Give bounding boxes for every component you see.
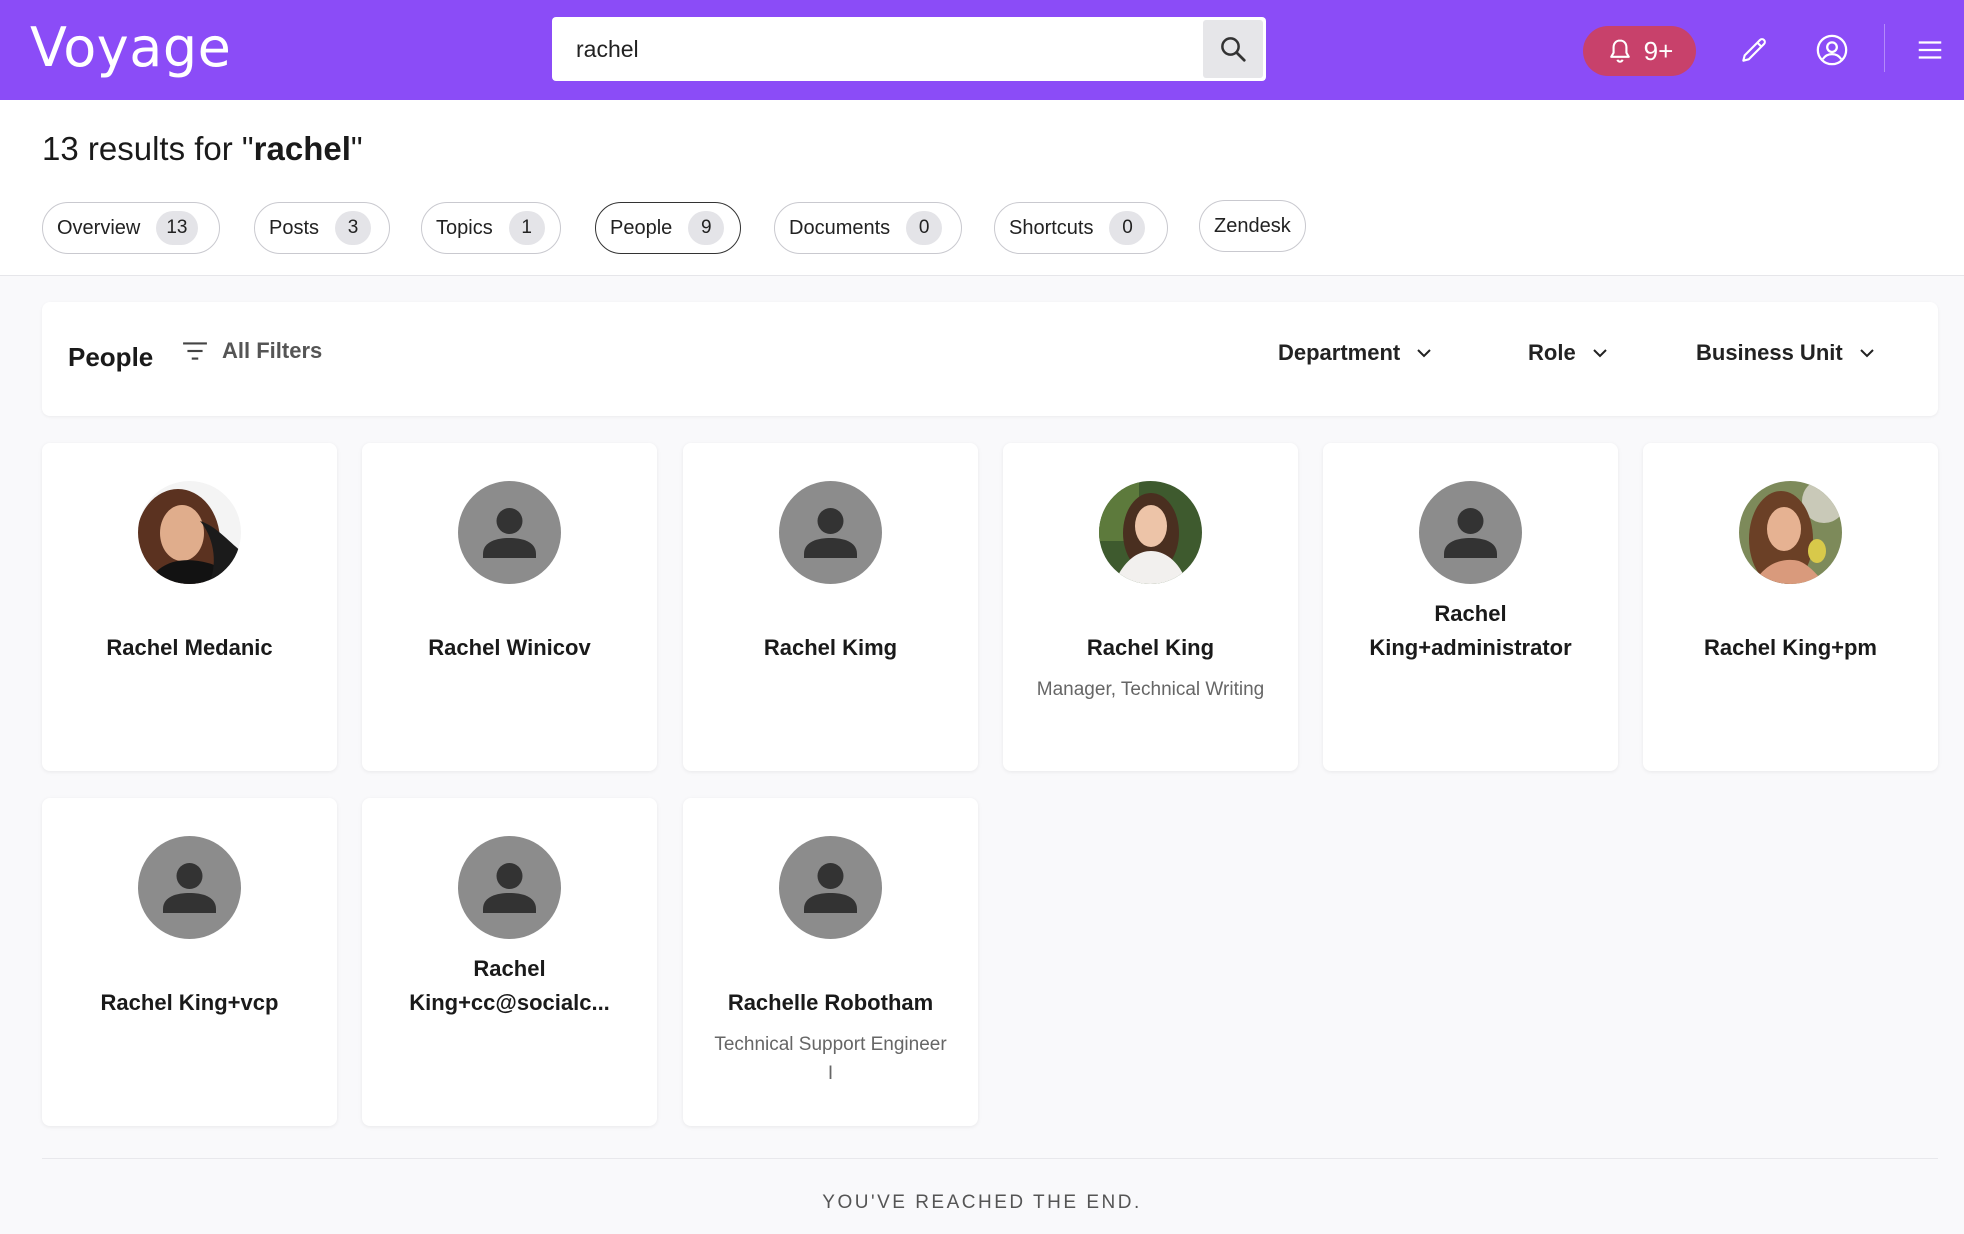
filter-bar-title: People (68, 342, 154, 372)
person-title: Technical Support Engineer I (714, 1034, 947, 1084)
person-card[interactable]: Rachel King+cc@socialc... (362, 798, 657, 1126)
avatar-placeholder (1419, 481, 1522, 584)
end-divider (42, 1158, 1938, 1159)
person-name: Rachel King (1086, 635, 1215, 660)
notifications-button[interactable]: 9+ (1583, 26, 1696, 76)
person-card[interactable]: Rachel King+administrator (1323, 443, 1618, 771)
tab-documents[interactable]: Documents 0 (774, 202, 962, 254)
profile-button[interactable] (1810, 28, 1854, 72)
tab-topics[interactable]: Topics 1 (421, 202, 561, 254)
person-name: Rachelle Robotham (727, 990, 934, 1015)
tab-label: Documents (789, 216, 891, 239)
person-card[interactable]: Rachel King+vcp (42, 798, 337, 1126)
person-card[interactable]: Rachel Winicov (362, 443, 657, 771)
search-box (552, 17, 1266, 81)
tab-count: 3 (335, 211, 372, 245)
tab-shortcuts[interactable]: Shortcuts 0 (994, 202, 1168, 254)
person-card[interactable]: Rachel King Manager, Technical Writing (1003, 443, 1298, 771)
person-card[interactable]: Rachel Kimg (683, 443, 978, 771)
search-button[interactable] (1203, 20, 1263, 78)
person-icon (1444, 508, 1497, 558)
results-query: rachel (253, 130, 351, 167)
chevron-down-icon (1592, 349, 1607, 358)
person-icon (804, 863, 857, 913)
person-card[interactable]: Rachel King+pm (1643, 443, 1938, 771)
dropdown-label: Role (1528, 340, 1576, 365)
person-name: Rachel King+pm (1704, 635, 1877, 660)
person-name: Rachel King+cc@socialc... (409, 956, 610, 1015)
edit-button[interactable] (1732, 28, 1776, 72)
tab-label: People (610, 216, 673, 239)
avatar-placeholder (779, 836, 882, 939)
tab-count: 9 (688, 211, 725, 245)
pencil-icon (1742, 38, 1766, 62)
end-of-results-text: YOU'VE REACHED THE END. (822, 1192, 1142, 1213)
person-card[interactable]: Rachelle Robotham Technical Support Engi… (683, 798, 978, 1126)
tab-posts[interactable]: Posts 3 (254, 202, 390, 254)
notifications-badge: 9+ (1643, 35, 1674, 66)
person-name: Rachel Winicov (428, 635, 591, 660)
person-icon (804, 508, 857, 558)
user-circle-icon (1816, 34, 1848, 66)
all-filters-button[interactable]: All Filters (182, 338, 322, 364)
app-logo[interactable]: Voyage (30, 16, 231, 79)
tab-count: 0 (906, 211, 943, 245)
person-name: Rachel Kimg (763, 635, 898, 660)
people-filter-bar: People All Filters Department Role Busin… (42, 302, 1938, 416)
tab-label: Zendesk (1214, 214, 1291, 237)
person-icon (163, 863, 216, 913)
avatar-placeholder (779, 481, 882, 584)
dropdown-label: Department (1278, 340, 1401, 365)
tab-label: Overview (57, 216, 141, 239)
tab-count: 0 (1109, 211, 1146, 245)
person-name: Rachel Medanic (106, 635, 273, 660)
avatar-placeholder (138, 836, 241, 939)
person-title: Manager, Technical Writing (1036, 679, 1265, 700)
person-icon (483, 508, 536, 558)
tab-count: 1 (508, 211, 545, 245)
avatar-placeholder (458, 836, 561, 939)
chevron-down-icon (1859, 349, 1874, 358)
tab-overview[interactable]: Overview 13 (42, 202, 220, 254)
person-icon (483, 863, 536, 913)
all-filters-label: All Filters (222, 338, 323, 363)
avatar-photo (138, 481, 241, 584)
person-name: Rachel King+vcp (100, 990, 279, 1015)
tab-label: Posts (269, 216, 320, 239)
results-title-prefix: 13 results for " (42, 130, 254, 167)
tab-zendesk[interactable]: Zendesk (1199, 200, 1306, 252)
tab-people[interactable]: People 9 (595, 202, 741, 254)
hamburger-menu-icon (1918, 41, 1942, 59)
business-unit-dropdown[interactable]: Business Unit (1696, 340, 1875, 366)
tab-label: Shortcuts (1009, 216, 1094, 239)
person-card[interactable]: Rachel Medanic (42, 443, 337, 771)
person-name: Rachel King+administrator (1369, 601, 1572, 660)
tab-count: 13 (156, 211, 198, 245)
avatar-placeholder (458, 481, 561, 584)
main-menu-button[interactable] (1908, 28, 1952, 72)
results-header: 13 results for "rachel" Overview 13 Post… (0, 100, 1964, 276)
tab-label: Topics (436, 216, 493, 239)
header-divider (1884, 24, 1885, 72)
search-input[interactable] (552, 17, 1203, 81)
dropdown-label: Business Unit (1696, 340, 1843, 365)
top-navigation-bar: Voyage 9+ (0, 0, 1964, 100)
bell-icon (1609, 39, 1630, 63)
search-icon (1221, 37, 1246, 62)
results-title: 13 results for "rachel" (42, 130, 363, 168)
results-title-suffix: " (350, 130, 363, 167)
filter-lines-icon (183, 342, 207, 360)
role-dropdown[interactable]: Role (1528, 340, 1608, 366)
chevron-down-icon (1417, 349, 1431, 358)
avatar-photo (1739, 481, 1842, 584)
department-dropdown[interactable]: Department (1278, 340, 1432, 366)
avatar-photo (1099, 481, 1202, 584)
